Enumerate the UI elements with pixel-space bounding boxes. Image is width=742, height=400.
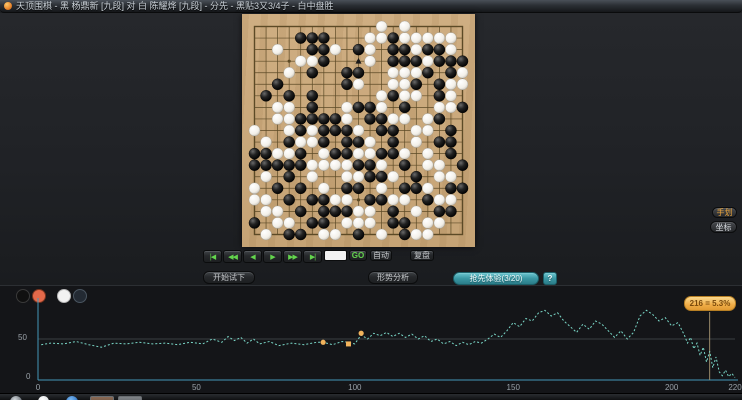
nav-first-button[interactable]: |◀: [203, 250, 222, 263]
nav-last-button[interactable]: ▶|: [303, 250, 322, 263]
app-icon: [4, 2, 12, 10]
position-analysis-button[interactable]: 形势分析: [368, 271, 418, 284]
window-preview-icon[interactable]: [90, 396, 114, 400]
winrate-tooltip: 216 = 5.3%: [684, 296, 736, 311]
nav-back-fast-button[interactable]: ◀◀: [223, 250, 242, 263]
application-window: 天顶围棋 - 黑 杨鼎新 [九段] 对 白 陈耀烨 [九段] - 分先 - 黑贴…: [0, 0, 742, 400]
x-tick-150: 150: [506, 383, 520, 392]
move-number-input[interactable]: [324, 250, 347, 261]
nav-forward-button[interactable]: ▶: [263, 250, 282, 263]
taskbar[interactable]: [0, 393, 742, 400]
winrate-graph-panel: 50 0 0 50 100 150 200 220 216 = 5.3%: [0, 285, 742, 395]
coordinates-toggle[interactable]: 坐标: [710, 221, 737, 233]
premium-analysis-button[interactable]: 抢先体验(3/20): [453, 272, 539, 285]
winrate-chart[interactable]: [0, 286, 742, 395]
game-panel: |◀ ◀◀ ◀ ▶ ▶▶ ▶| GO 自动 复盘 开始试下 形势分析 抢先体验(3/20)…: [0, 13, 742, 285]
auto-play-button[interactable]: 自动: [370, 250, 392, 261]
window-title: 天顶围棋 - 黑 杨鼎新 [九段] 对 白 陈耀烨 [九段] - 分先 - 黑贴…: [16, 0, 334, 11]
hand-draw-toggle[interactable]: 手划: [712, 207, 737, 218]
start-trial-button[interactable]: 开始试下: [203, 271, 255, 284]
nav-back-button[interactable]: ◀: [243, 250, 262, 263]
x-tick-100: 100: [348, 383, 362, 392]
blue-app-icon[interactable]: [66, 396, 78, 400]
x-tick-200: 200: [664, 383, 679, 392]
y-tick-0: 0: [26, 372, 31, 381]
start-orb-icon[interactable]: [10, 396, 22, 400]
go-button[interactable]: GO: [349, 250, 367, 261]
nav-forward-fast-button[interactable]: ▶▶: [283, 250, 302, 263]
review-button[interactable]: 复盘: [410, 250, 434, 261]
help-button[interactable]: ?: [543, 272, 557, 285]
x-tick-220: 220: [728, 383, 742, 392]
window-preview-icon[interactable]: [118, 396, 142, 400]
y-tick-50: 50: [18, 333, 27, 342]
x-tick-50: 50: [191, 383, 201, 392]
title-bar[interactable]: 天顶围棋 - 黑 杨鼎新 [九段] 对 白 陈耀烨 [九段] - 分先 - 黑贴…: [0, 0, 742, 13]
x-tick-0: 0: [35, 383, 41, 392]
white-app-icon[interactable]: [38, 396, 49, 400]
go-board[interactable]: [242, 14, 475, 247]
